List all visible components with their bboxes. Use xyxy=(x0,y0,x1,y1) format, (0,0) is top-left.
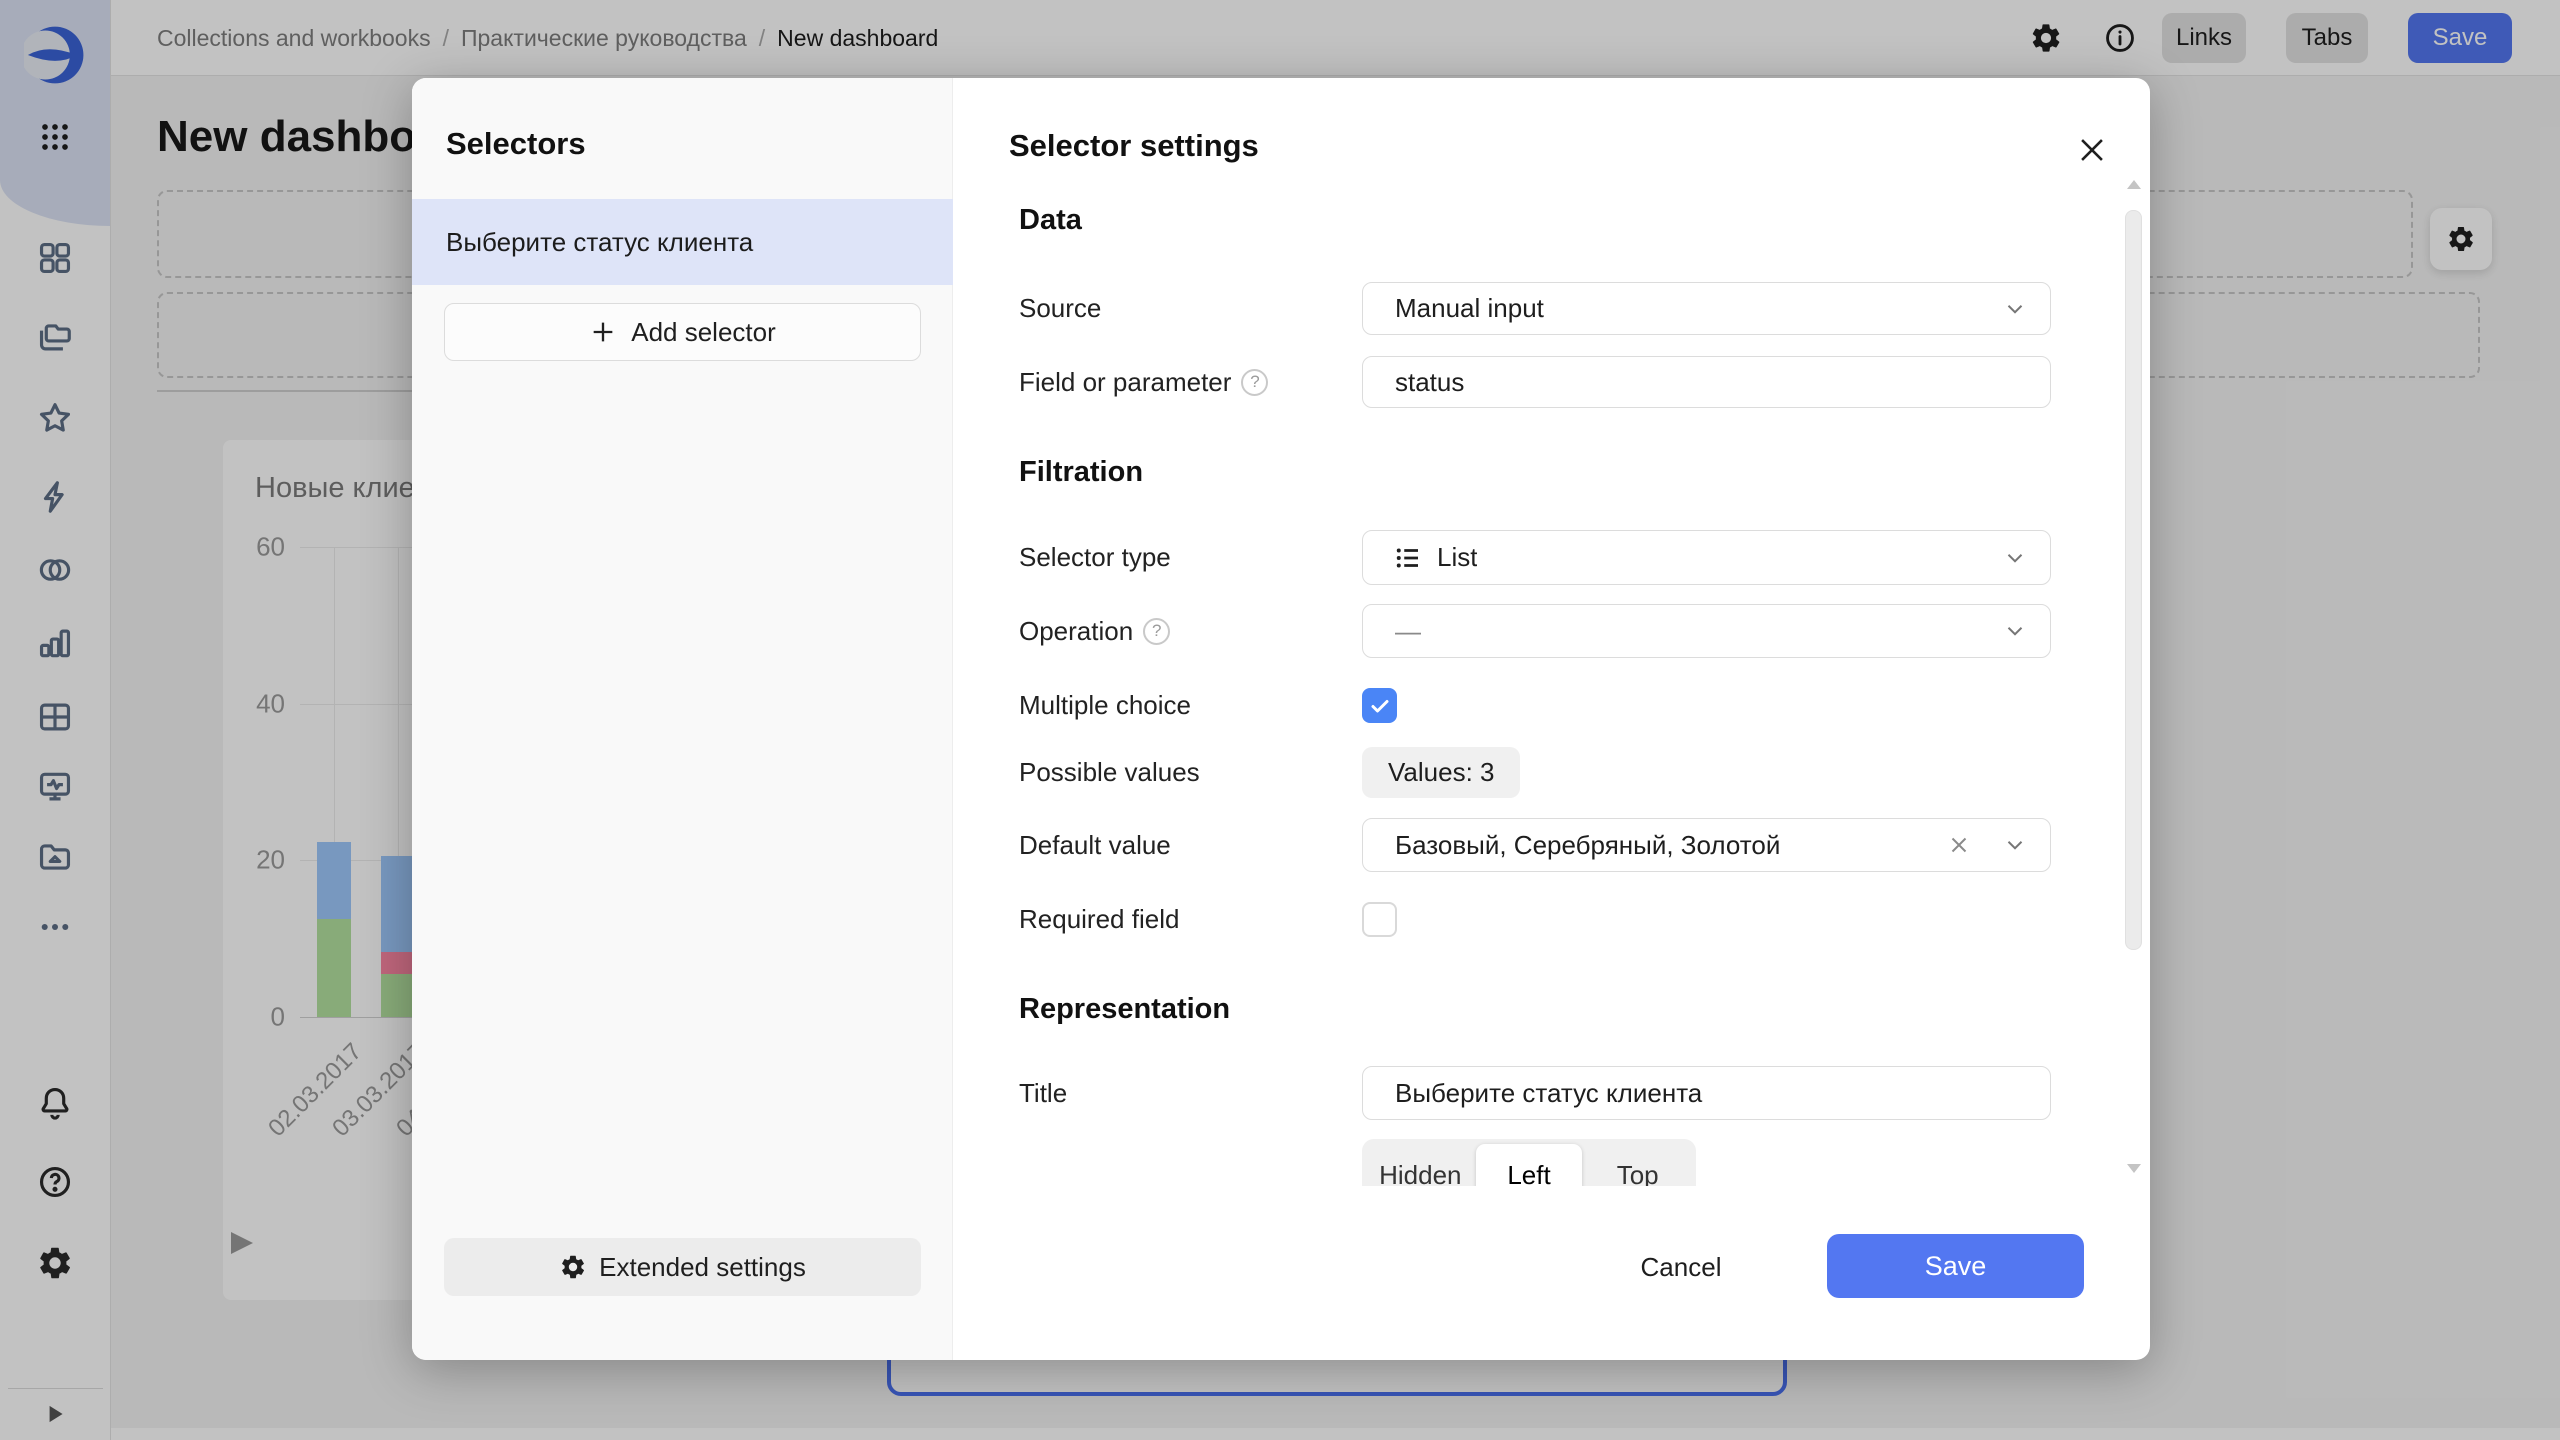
title-input-wrap xyxy=(1362,1066,2051,1120)
source-label: Source xyxy=(1019,282,1101,335)
add-selector-label: Add selector xyxy=(631,317,776,348)
placement-hidden-option[interactable]: Hidden xyxy=(1367,1144,1474,1186)
modal-scrollbar-thumb[interactable] xyxy=(2125,210,2142,950)
default-value-select[interactable]: Базовый, Серебряный, Золотой xyxy=(1362,818,2051,872)
source-value: Manual input xyxy=(1395,293,1544,324)
source-select[interactable]: Manual input xyxy=(1362,282,2051,335)
selector-list-item[interactable]: Выберите статус клиента xyxy=(412,199,953,285)
selector-settings-dialog: Selectors Выберите статус клиента Add se… xyxy=(412,78,2150,1360)
title-label: Title xyxy=(1019,1066,1067,1120)
selector-type-label: Selector type xyxy=(1019,530,1171,585)
settings-scroll-area: Data Source Manual input Field or parame… xyxy=(953,174,2113,1186)
selectors-panel: Selectors Выберите статус клиента Add se… xyxy=(412,78,953,1360)
data-section-heading: Data xyxy=(1019,204,1082,237)
title-placement-segmented: Hidden Left Top xyxy=(1362,1139,1696,1186)
clear-icon[interactable] xyxy=(1946,832,1972,858)
gear-icon xyxy=(559,1253,587,1281)
possible-values-button[interactable]: Values: 3 xyxy=(1362,747,1520,798)
help-icon[interactable]: ? xyxy=(1241,369,1268,396)
required-field-checkbox[interactable] xyxy=(1362,902,1397,937)
check-icon xyxy=(1368,694,1392,718)
operation-value: — xyxy=(1395,616,1421,647)
required-field-label: Required field xyxy=(1019,902,1179,937)
close-icon[interactable] xyxy=(2072,130,2112,170)
cancel-button[interactable]: Cancel xyxy=(1621,1238,1741,1296)
list-icon xyxy=(1393,543,1423,573)
plus-icon xyxy=(589,318,617,346)
operation-label: Operation ? xyxy=(1019,604,1170,658)
operation-select[interactable]: — xyxy=(1362,604,2051,658)
field-input-wrap xyxy=(1362,356,2051,408)
selector-list-item-label: Выберите статус клиента xyxy=(446,227,753,258)
field-input[interactable] xyxy=(1395,367,1955,398)
selector-type-value: List xyxy=(1437,542,1477,573)
scroll-down-icon[interactable] xyxy=(2127,1164,2141,1173)
multiple-choice-label: Multiple choice xyxy=(1019,688,1191,723)
possible-values-label: Possible values xyxy=(1019,747,1200,798)
multiple-choice-checkbox[interactable] xyxy=(1362,688,1397,723)
filtration-section-heading: Filtration xyxy=(1019,456,1143,489)
dialog-title: Selector settings xyxy=(1009,128,1259,164)
selectors-panel-title: Selectors xyxy=(446,126,586,162)
add-selector-button[interactable]: Add selector xyxy=(444,303,921,361)
title-input[interactable] xyxy=(1395,1078,1955,1109)
extended-settings-label: Extended settings xyxy=(599,1252,806,1283)
settings-panel: Selector settings Data Source Manual inp… xyxy=(953,78,2150,1360)
chevron-down-icon xyxy=(2002,618,2028,644)
app-root: Collections and workbooks / Практические… xyxy=(0,0,2560,1440)
field-label: Field or parameter ? xyxy=(1019,356,1268,408)
extended-settings-button[interactable]: Extended settings xyxy=(444,1238,921,1296)
save-button[interactable]: Save xyxy=(1827,1234,2084,1298)
chevron-down-icon xyxy=(2002,545,2028,571)
representation-section-heading: Representation xyxy=(1019,993,1230,1026)
scroll-up-icon[interactable] xyxy=(2127,180,2141,189)
chevron-down-icon xyxy=(2002,832,2028,858)
selector-type-select[interactable]: List xyxy=(1362,530,2051,585)
default-value-label: Default value xyxy=(1019,818,1171,872)
default-value-text: Базовый, Серебряный, Золотой xyxy=(1395,830,1780,861)
help-icon[interactable]: ? xyxy=(1143,618,1170,645)
placement-top-option[interactable]: Top xyxy=(1584,1144,1691,1186)
chevron-down-icon xyxy=(2002,296,2028,322)
placement-left-option[interactable]: Left xyxy=(1476,1144,1583,1186)
